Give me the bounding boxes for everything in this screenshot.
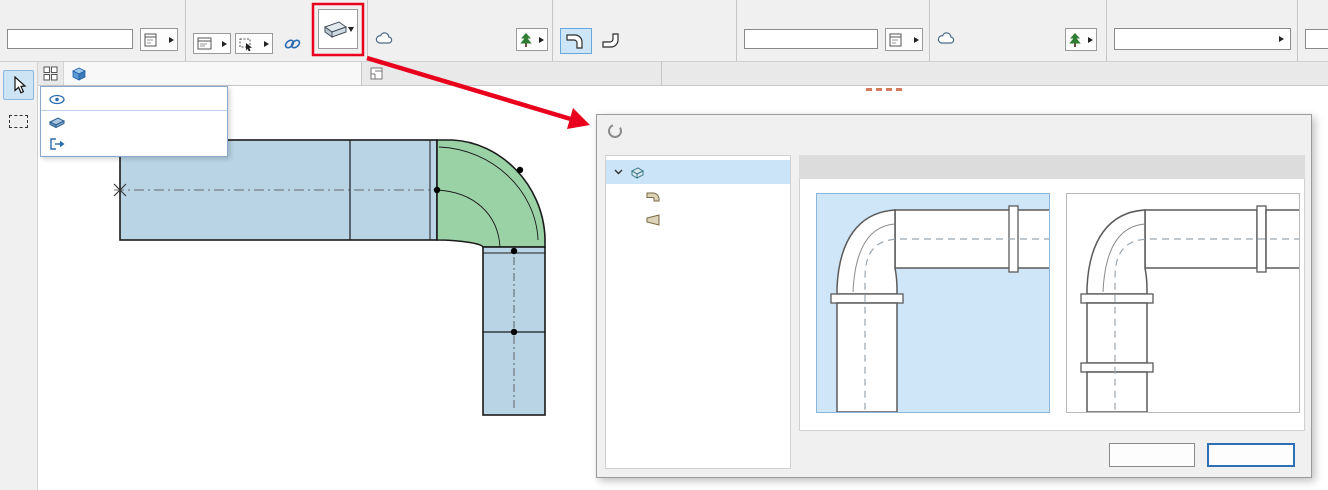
chain-toggle-button[interactable] [280,34,304,53]
chevron-down-icon [348,26,354,32]
tab-bar [38,62,1328,86]
navigator-grid-button[interactable] [38,62,64,85]
transition-icon [646,214,660,226]
cloud-icon [375,32,393,44]
node-tree-panel [605,155,791,469]
duct-elbow-icon [566,34,583,49]
duct-3d-icon [323,21,348,38]
clipped-input[interactable] [1305,29,1328,49]
ok-button[interactable] [1207,443,1295,467]
tree-item-node[interactable] [606,160,790,184]
menu-item-duct-routing-settings[interactable] [41,111,227,133]
elbow-preview-2 [1080,205,1299,412]
section-id-properties-elbow [0,0,186,61]
favorites-button[interactable] [235,33,273,54]
exit-icon [50,138,65,150]
elbow-classification-picker-button[interactable] [516,28,548,51]
tree-item-elbow[interactable] [606,184,790,208]
eye-icon [49,94,65,104]
transition-classification-picker-button[interactable] [1065,28,1097,51]
cursor-arrow-icon [13,76,26,94]
context-menu [40,86,228,157]
elbow-component-dropdown[interactable] [1114,28,1291,50]
transition-order-after-bend-button[interactable] [596,28,628,54]
transition-id-input[interactable] [744,29,878,49]
duct-drawing[interactable] [100,120,580,430]
chevron-right-icon [914,36,919,43]
transition-order-option-1[interactable] [816,193,1050,413]
section-principal [186,0,368,61]
dialog-title-bar [597,115,1311,147]
section-classification-elbow [368,0,553,61]
chevron-right-icon [1279,36,1284,42]
floor-plan-icon [370,67,383,80]
duct-elbow-flipped-icon [602,33,619,48]
arrow-select-tool-button[interactable] [3,70,34,100]
section-component-clipped [1298,0,1328,61]
menu-item-sair[interactable] [41,133,227,155]
menu-item-ambiente[interactable] [41,88,227,110]
chevron-right-icon [539,36,544,43]
elbow-settings-button[interactable] [140,28,178,51]
transition-settings-button[interactable] [885,28,923,51]
duct-element-type-button[interactable] [318,9,358,49]
section-id-properties-transition [737,0,930,61]
elbow-id-input[interactable] [7,29,133,49]
duct-node-settings-dialog [596,114,1312,478]
cancel-button[interactable] [1109,443,1195,467]
tab-floor-plan[interactable] [362,62,662,85]
transition-order-before-bend-button[interactable] [560,28,592,54]
transition-order-option-2[interactable] [1066,193,1300,413]
elbow-preview-1 [830,205,1049,412]
tree-item-transition[interactable] [606,208,790,232]
transition-order-panel [799,179,1305,431]
tree-icon [1069,33,1081,47]
tab-3d-perspective[interactable] [64,62,362,85]
chevron-right-icon [169,36,174,43]
settings-dialog-button[interactable] [193,33,231,54]
section-transition-order [553,0,737,61]
tool-column [0,62,38,490]
selection-box-icon [239,38,252,51]
info-box-toolbar [0,0,1328,62]
chevron-right-icon [264,40,269,47]
document-icon [889,33,902,46]
cube-3d-icon [72,67,86,81]
section-elbow-component [1107,0,1298,61]
panel-header [799,155,1305,179]
settings-window-icon [197,37,212,50]
grid-icon [43,66,58,81]
duct-node-icon [630,166,645,179]
tree-icon [520,33,532,47]
section-classification-transition [930,0,1107,61]
node-circle-icon [608,124,622,138]
marquee-icon [9,114,28,128]
duct-3d-icon [49,117,65,128]
chevron-down-icon [614,169,623,175]
elbow-icon [646,192,660,202]
app-window [0,0,1328,490]
document-icon [144,33,157,46]
chain-icon [284,39,300,48]
cloud-icon [937,32,955,44]
chevron-right-icon [1088,36,1093,43]
marquee-tool-button[interactable] [3,106,34,136]
chevron-right-icon [222,40,227,47]
story-level-marker [866,88,904,91]
